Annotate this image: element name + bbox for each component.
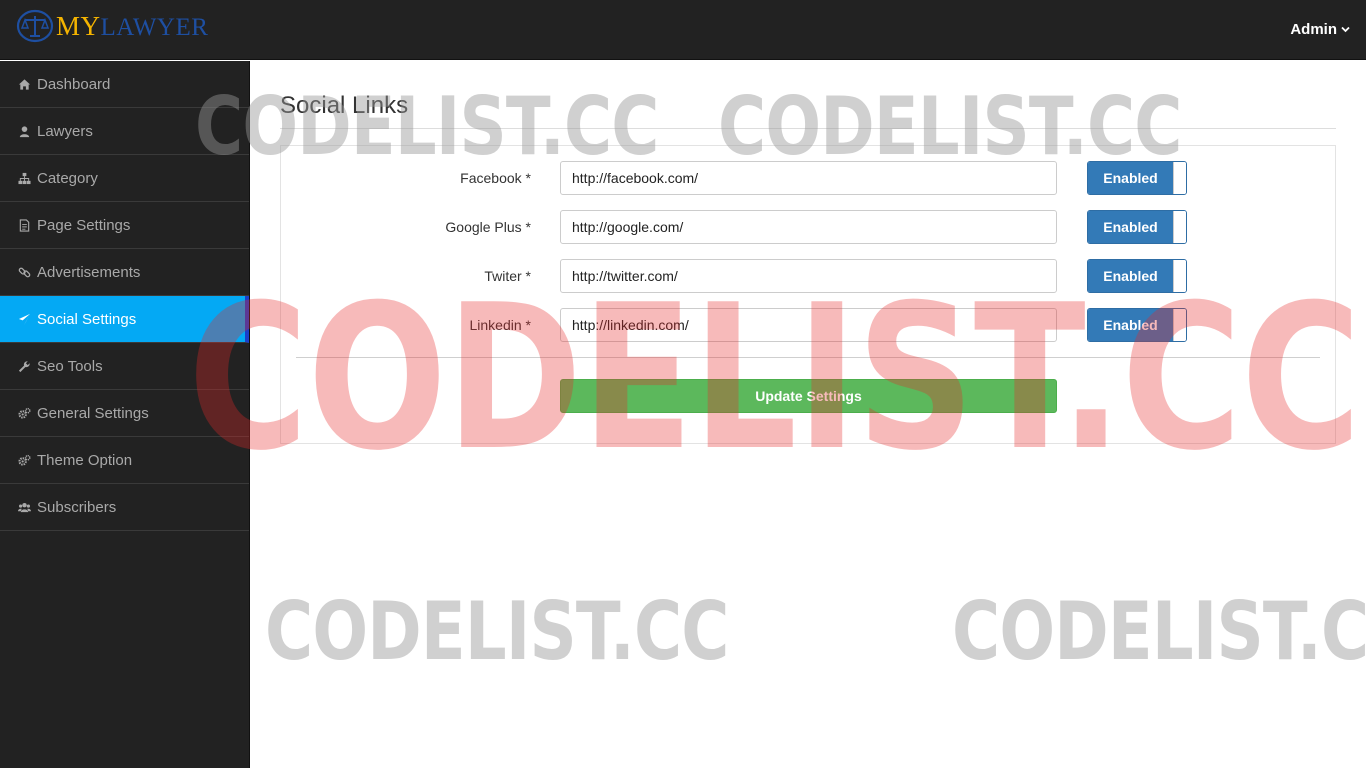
user-menu[interactable]: Admin	[1290, 21, 1350, 38]
wrench-icon	[17, 359, 31, 373]
update-settings-button[interactable]: Update Settings	[560, 379, 1057, 413]
sidebar-item-category[interactable]: Category	[0, 155, 249, 202]
gears-icon	[17, 453, 31, 467]
home-icon	[17, 77, 31, 91]
linkedin-label: Linkedin *	[469, 317, 532, 333]
form-divider	[296, 357, 1320, 358]
google-plus-url-input[interactable]	[560, 210, 1057, 244]
toggle-on-label: Enabled	[1088, 309, 1173, 341]
sidebar-item-seo-tools[interactable]: Seo Tools	[0, 343, 249, 390]
twitter-label: Twiter *	[484, 268, 531, 284]
sidebar: Dashboard Lawyers Category Page Settings…	[0, 61, 250, 768]
sidebar-item-social-settings[interactable]: Social Settings	[0, 296, 249, 343]
title-divider	[280, 128, 1336, 129]
sidebar-item-label: Subscribers	[37, 498, 117, 516]
linkedin-url-input[interactable]	[560, 308, 1057, 342]
paper-plane-icon	[17, 312, 31, 326]
toggle-knob	[1173, 211, 1186, 243]
google-plus-toggle[interactable]: Enabled	[1087, 210, 1187, 244]
top-bar: MYLAWYER Admin	[0, 0, 1366, 60]
sitemap-icon	[17, 171, 31, 185]
sidebar-item-subscribers[interactable]: Subscribers	[0, 484, 249, 531]
form-row-google-plus: Google Plus * Enabled	[281, 210, 1335, 244]
sidebar-item-label: Category	[37, 169, 98, 187]
user-menu-label: Admin	[1290, 21, 1337, 38]
sidebar-item-lawyers[interactable]: Lawyers	[0, 108, 249, 155]
sidebar-item-page-settings[interactable]: Page Settings	[0, 202, 249, 249]
sidebar-item-label: Lawyers	[37, 122, 93, 140]
sidebar-item-advertisements[interactable]: Advertisements	[0, 249, 249, 296]
twitter-url-input[interactable]	[560, 259, 1057, 293]
sidebar-item-label: Social Settings	[37, 310, 137, 328]
form-row-facebook: Facebook * Enabled	[281, 161, 1335, 195]
toggle-knob	[1173, 162, 1186, 194]
page-title: Social Links	[280, 92, 409, 119]
sidebar-item-label: General Settings	[37, 404, 149, 422]
sidebar-item-label: Theme Option	[37, 451, 133, 469]
twitter-toggle[interactable]: Enabled	[1087, 259, 1187, 293]
toggle-on-label: Enabled	[1088, 211, 1173, 243]
form-row-twitter: Twiter * Enabled	[281, 259, 1335, 293]
social-links-form: Facebook * Enabled Google Plus * Enabled…	[280, 145, 1336, 444]
link-icon	[17, 265, 31, 279]
facebook-url-input[interactable]	[560, 161, 1057, 195]
toggle-on-label: Enabled	[1088, 260, 1173, 292]
gears-icon	[17, 406, 31, 420]
linkedin-toggle[interactable]: Enabled	[1087, 308, 1187, 342]
sidebar-item-label: Page Settings	[37, 216, 131, 234]
sidebar-item-general-settings[interactable]: General Settings	[0, 390, 249, 437]
form-row-linkedin: Linkedin * Enabled	[281, 308, 1335, 342]
main-content: Social Links Facebook * Enabled Google P…	[250, 61, 1366, 768]
sidebar-item-theme-option[interactable]: Theme Option	[0, 437, 249, 484]
user-icon	[17, 124, 31, 138]
logo-text-rest: LAWYER	[100, 13, 209, 41]
facebook-label: Facebook *	[460, 170, 531, 186]
scales-seal-icon	[16, 9, 54, 43]
file-icon	[17, 218, 31, 232]
toggle-knob	[1173, 260, 1186, 292]
sidebar-item-label: Seo Tools	[37, 357, 103, 375]
sidebar-item-dashboard[interactable]: Dashboard	[0, 61, 249, 108]
google-plus-label: Google Plus *	[445, 219, 531, 235]
toggle-on-label: Enabled	[1088, 162, 1173, 194]
users-icon	[17, 500, 31, 514]
sidebar-item-label: Dashboard	[37, 75, 111, 93]
sidebar-item-label: Advertisements	[37, 263, 141, 281]
logo-text-my: MY	[56, 10, 101, 41]
toggle-knob	[1173, 309, 1186, 341]
logo-text: MYLAWYER	[56, 11, 208, 42]
chevron-down-icon	[1341, 26, 1350, 33]
facebook-toggle[interactable]: Enabled	[1087, 161, 1187, 195]
logo[interactable]: MYLAWYER	[16, 8, 208, 44]
